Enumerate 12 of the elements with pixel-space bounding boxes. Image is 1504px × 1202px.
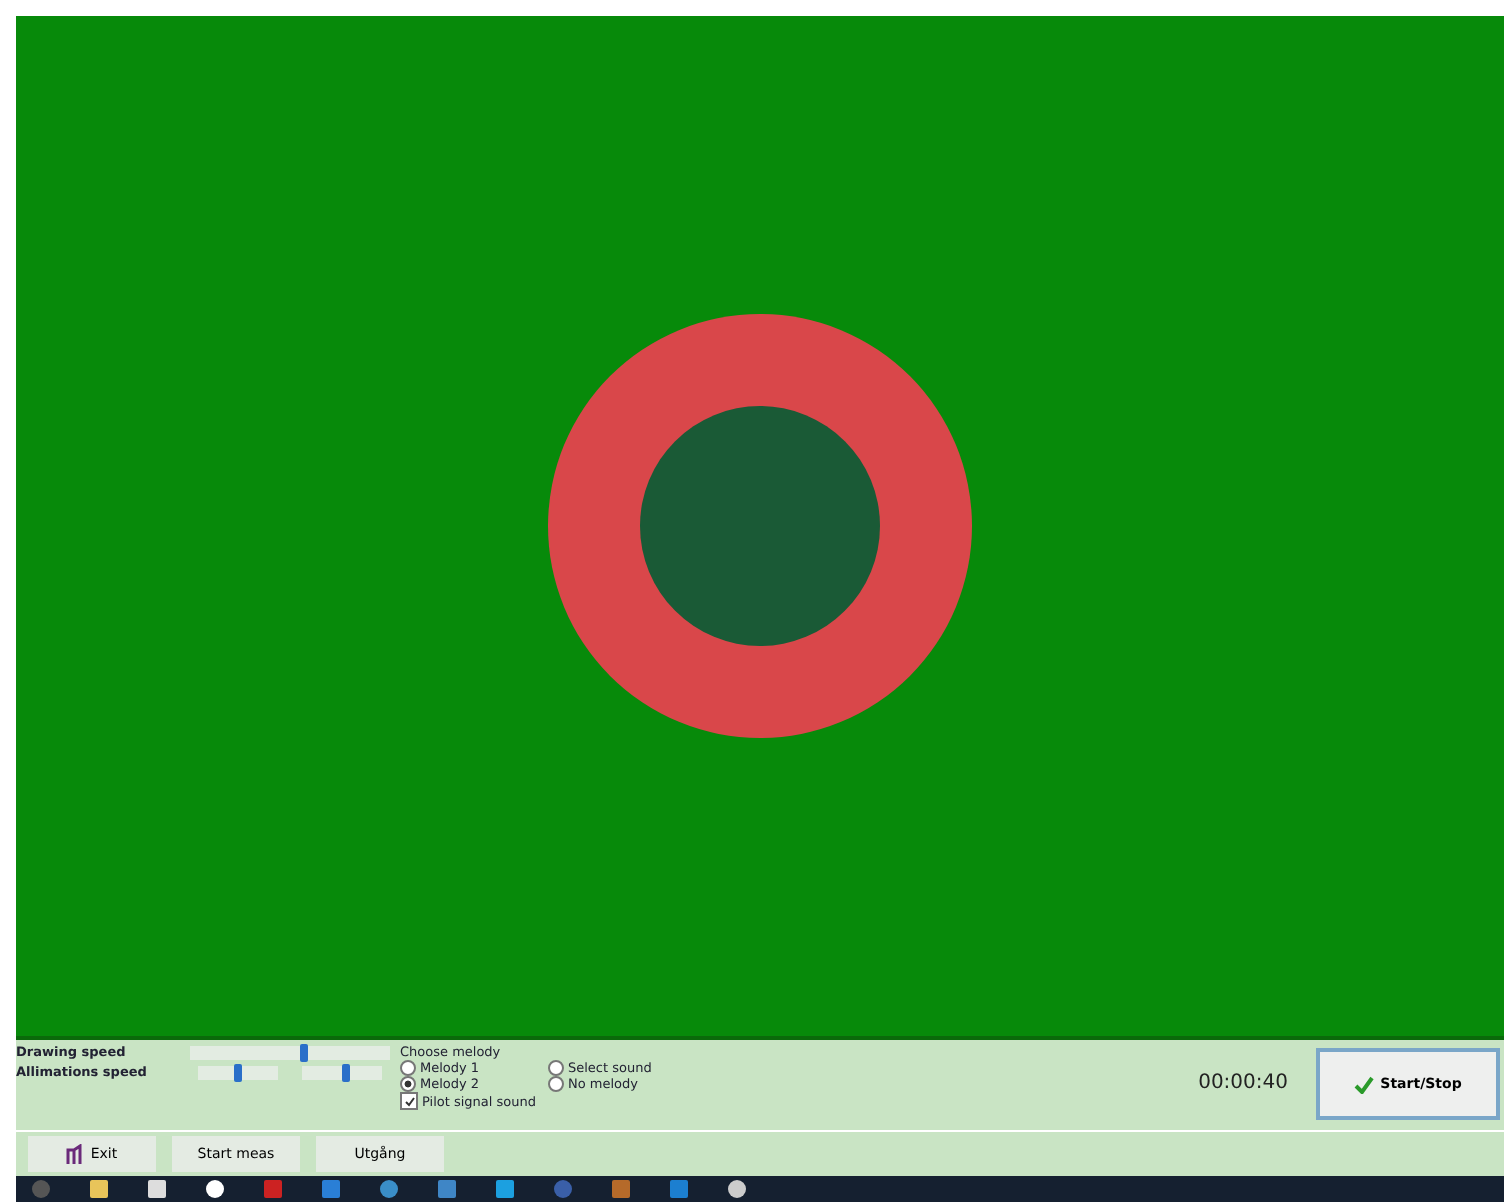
app-icon[interactable] <box>206 1180 224 1198</box>
slider[interactable] <box>198 1066 278 1080</box>
slider[interactable] <box>190 1046 390 1060</box>
slider-thumb[interactable] <box>299 1044 308 1062</box>
exit-icon <box>66 1144 85 1164</box>
tick-icon <box>403 1095 415 1107</box>
timer: 00:00:40 <box>1198 1072 1288 1094</box>
slider-thumb[interactable] <box>341 1064 350 1082</box>
app-icon[interactable] <box>728 1180 746 1198</box>
checkmark-icon <box>1354 1075 1375 1093</box>
slider-thumb[interactable] <box>234 1064 242 1082</box>
slider[interactable] <box>302 1066 382 1080</box>
